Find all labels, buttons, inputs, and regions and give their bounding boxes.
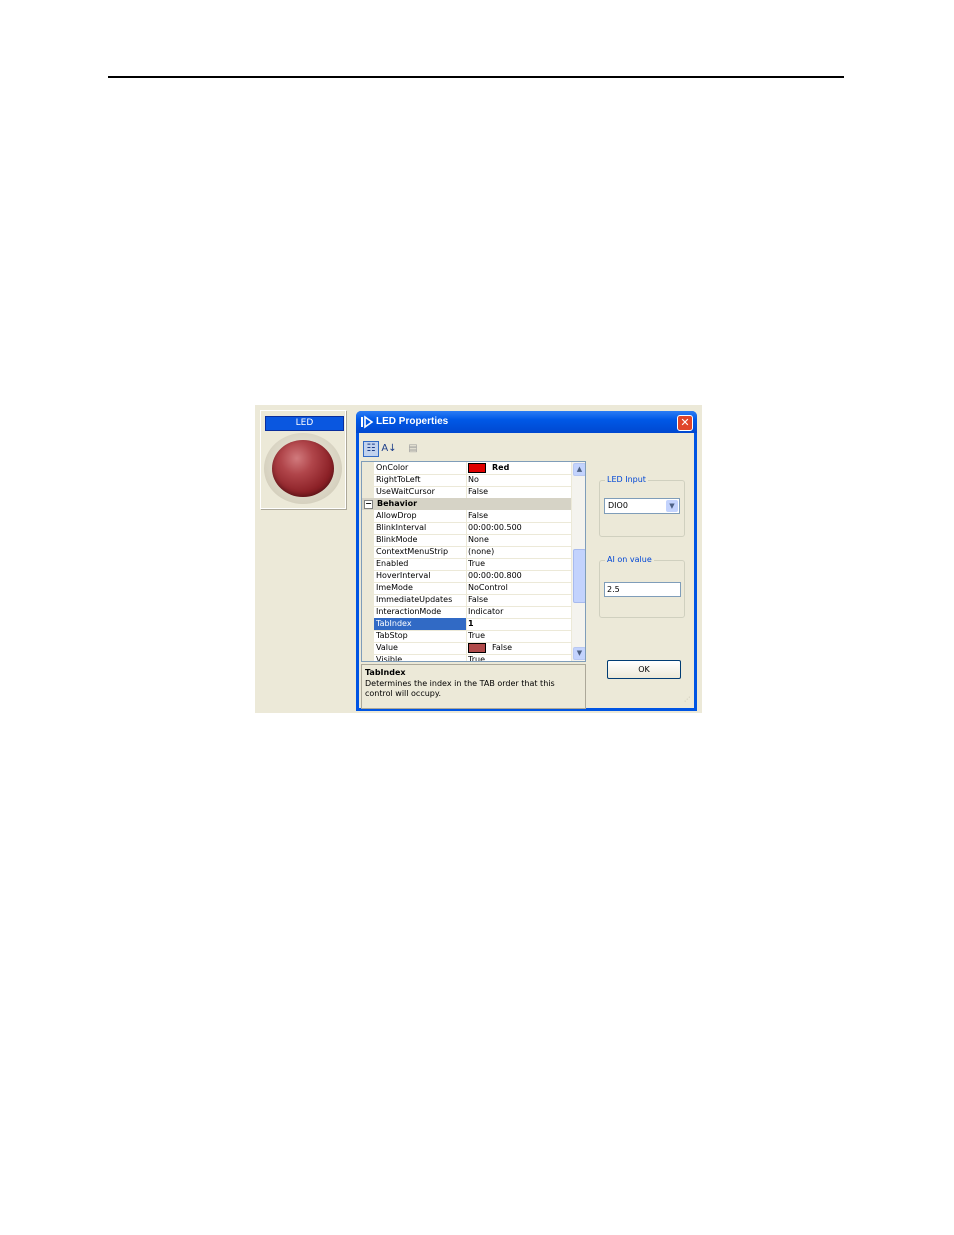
property-name: InteractionMode [376, 607, 442, 616]
property-value[interactable]: 00:00:00.800 [468, 570, 568, 582]
property-name: ContextMenuStrip [376, 547, 449, 556]
categorized-button[interactable]: ☷ [363, 441, 379, 457]
page-header-rule [108, 76, 844, 78]
property-name: Enabled [376, 559, 409, 568]
property-value-editor[interactable]: 1 [468, 618, 568, 630]
category-label: Behavior [377, 499, 418, 508]
collapse-icon[interactable]: − [364, 500, 373, 509]
led-input-label: LED Input [605, 475, 648, 484]
property-value[interactable]: False [468, 642, 568, 654]
ai-on-value-group: AI on value 2.5 [599, 555, 685, 618]
property-name: Visible [376, 655, 403, 662]
property-value[interactable]: No [468, 474, 568, 486]
ai-on-value-label: AI on value [605, 555, 654, 564]
scroll-down-icon[interactable]: ▼ [573, 647, 585, 660]
property-value[interactable]: False [468, 510, 568, 522]
property-name: BlinkInterval [376, 523, 427, 532]
property-value[interactable]: False [468, 486, 568, 498]
categorized-icon: ☷ [366, 443, 376, 454]
property-value[interactable]: None [468, 534, 568, 546]
property-value[interactable]: False [468, 594, 568, 606]
led-control[interactable]: LED [260, 410, 346, 509]
alphabetical-icon: A↓ [381, 443, 397, 454]
color-swatch [468, 462, 486, 473]
led-input-selected: DIO0 [608, 501, 628, 510]
property-pages-icon: ▤ [408, 443, 418, 454]
property-value[interactable]: True [468, 630, 568, 642]
led-title: LED [265, 416, 344, 431]
property-name: AllowDrop [376, 511, 417, 520]
ai-on-value-input[interactable]: 2.5 [604, 582, 681, 597]
led-properties-dialog: LED Properties ✕ ☷ A↓ ▤ OnColor Red Righ… [356, 411, 697, 711]
property-value[interactable]: Red [468, 462, 568, 474]
property-name: BlinkMode [376, 535, 418, 544]
dialog-client-area: ☷ A↓ ▤ OnColor Red RightToLeft No UseWai… [359, 433, 694, 709]
close-button[interactable]: ✕ [677, 415, 693, 431]
description-title: TabIndex [365, 668, 406, 677]
property-value-text: False [492, 643, 513, 652]
led-lamp [272, 440, 334, 497]
property-name: HoverInterval [376, 571, 431, 580]
screenshot-area: LED LED Properties ✕ ☷ A↓ ▤ OnColor Red … [255, 405, 702, 713]
property-name: ImmediateUpdates [376, 595, 453, 604]
app-icon [361, 415, 374, 429]
ok-button[interactable]: OK [607, 660, 681, 679]
scroll-up-icon[interactable]: ▲ [573, 463, 585, 476]
property-value[interactable]: (none) [468, 546, 568, 558]
property-name: OnColor [376, 463, 409, 472]
property-name: ImeMode [376, 583, 413, 592]
category-behavior[interactable]: − Behavior [362, 498, 571, 510]
property-grid[interactable]: OnColor Red RightToLeft No UseWaitCursor… [361, 461, 586, 662]
description-text: Determines the index in the TAB order th… [365, 679, 555, 698]
dialog-title: LED Properties [376, 416, 449, 427]
resize-grip-icon[interactable]: ⋰ [684, 697, 692, 706]
property-row-visible[interactable]: Visible True [374, 654, 571, 662]
property-description-panel: TabIndex Determines the index in the TAB… [361, 664, 586, 709]
led-input-dropdown[interactable]: DIO0 ▼ [604, 498, 680, 514]
property-grid-toolbar: ☷ A↓ ▤ [361, 439, 586, 459]
property-name: UseWaitCursor [376, 487, 435, 496]
dialog-titlebar[interactable]: LED Properties ✕ [356, 411, 697, 433]
grid-scrollbar[interactable]: ▲ ▼ [571, 462, 585, 661]
property-name: TabIndex [374, 618, 466, 630]
property-value[interactable]: Indicator [468, 606, 568, 618]
property-value[interactable]: NoControl [468, 582, 568, 594]
property-value[interactable]: True [468, 654, 568, 661]
property-name: Value [376, 643, 398, 652]
scroll-thumb[interactable] [573, 549, 585, 603]
color-swatch [468, 642, 486, 653]
grid-gutter [362, 462, 374, 661]
property-value[interactable]: 00:00:00.500 [468, 522, 568, 534]
led-input-group: LED Input DIO0 ▼ [599, 475, 685, 537]
property-name: TabStop [376, 631, 408, 640]
property-pages-button[interactable]: ▤ [405, 441, 421, 457]
property-value-text: Red [492, 463, 510, 472]
led-bezel [264, 433, 342, 504]
alphabetical-button[interactable]: A↓ [381, 441, 397, 457]
close-icon: ✕ [680, 416, 690, 429]
chevron-down-icon[interactable]: ▼ [666, 500, 678, 512]
property-value[interactable]: True [468, 558, 568, 570]
property-name: RightToLeft [376, 475, 421, 484]
